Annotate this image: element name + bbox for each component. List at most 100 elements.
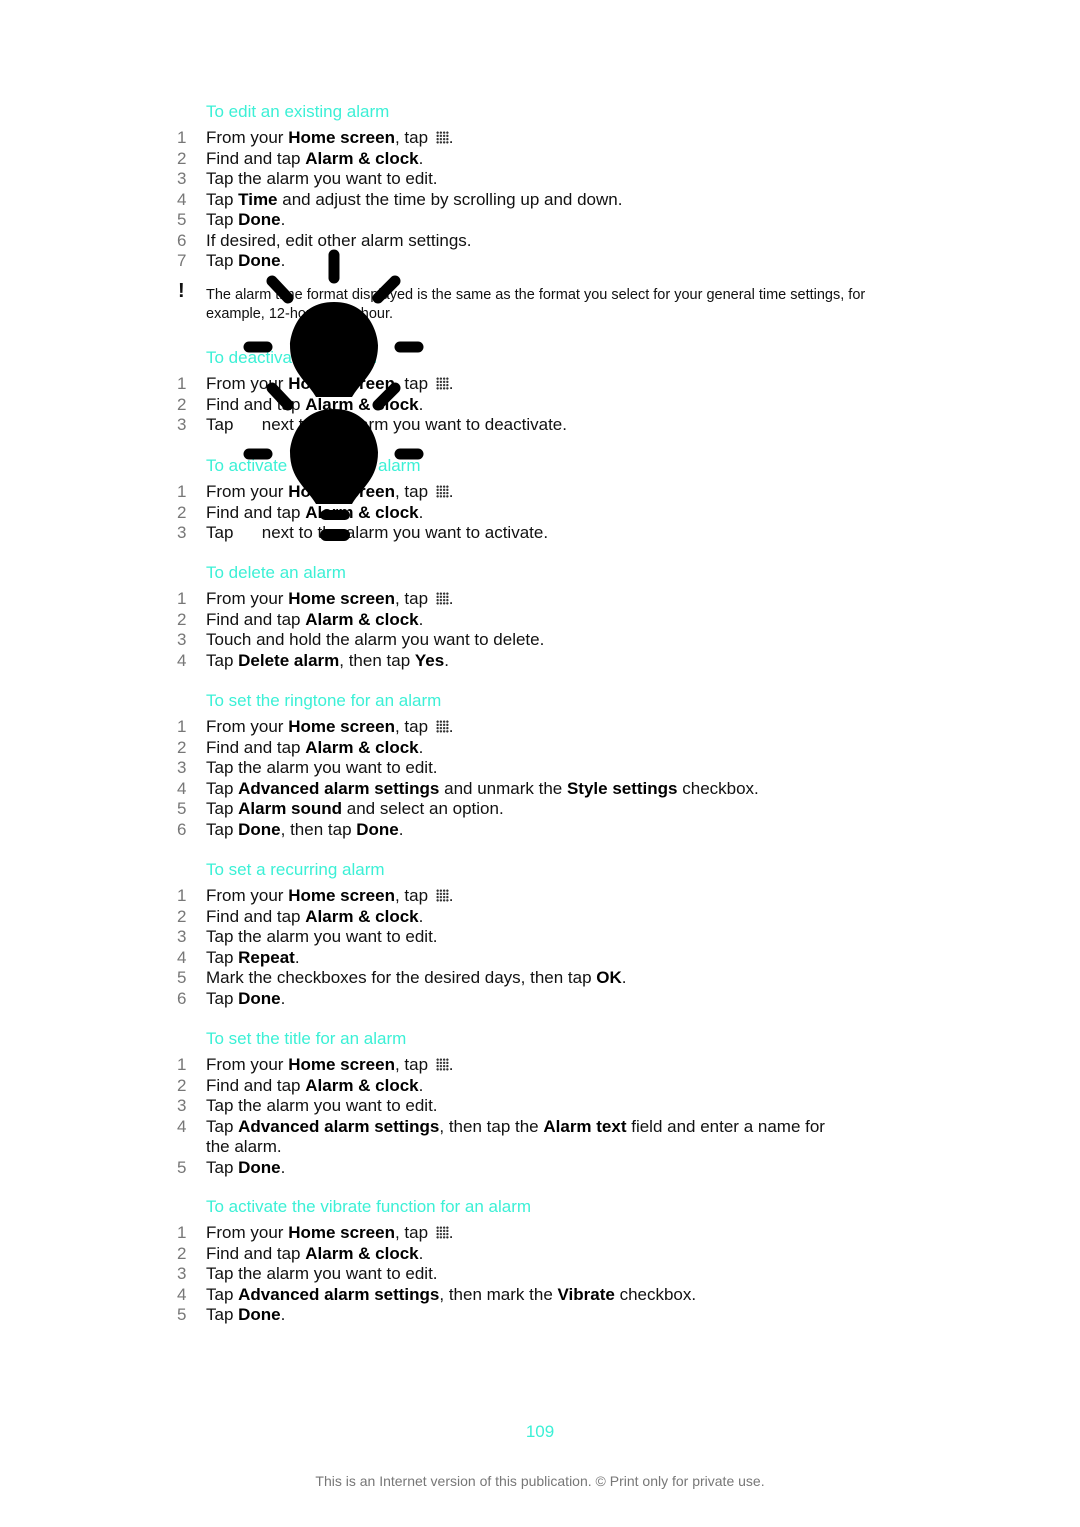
step-number: 2 xyxy=(177,148,187,168)
step-text: Find and tap Alarm & clock. xyxy=(206,906,424,926)
ui-term: Vibrate xyxy=(557,1284,615,1304)
apps-icon xyxy=(435,720,449,733)
step-number: 2 xyxy=(177,737,187,757)
step-text: Tap Time and adjust the time by scrollin… xyxy=(206,189,623,209)
apps-icon xyxy=(435,485,449,498)
step-number: 1 xyxy=(177,717,187,736)
step-text: Tap the alarm you want to edit. xyxy=(206,758,438,777)
step-text: Tap Advanced alarm settings, then tap th… xyxy=(206,1116,825,1157)
step-number: 6 xyxy=(177,988,187,1008)
step-number: 1 xyxy=(177,1055,187,1074)
ui-term: Alarm & clock xyxy=(305,906,419,926)
step-text: Find and tap Alarm & clock. xyxy=(206,737,424,757)
step-number: 5 xyxy=(177,210,187,229)
step-number: 3 xyxy=(177,415,187,434)
step-text: Tap Done. xyxy=(206,988,286,1008)
step-text: Find and tap Alarm & clock. xyxy=(206,609,424,629)
ui-term: Home screen xyxy=(288,717,395,736)
ui-term: Repeat xyxy=(238,947,295,967)
step-text: Tap next to the alarm you want to activa… xyxy=(206,523,549,542)
step-number: 3 xyxy=(177,523,187,542)
step-number: 1 xyxy=(177,589,187,608)
step-text: Tap Delete alarm, then tap Yes. xyxy=(206,650,449,670)
ui-term: Done xyxy=(238,1157,281,1177)
step-number: 7 xyxy=(177,251,187,270)
apps-icon xyxy=(435,131,449,144)
step-text: Find and tap Alarm & clock. xyxy=(206,1075,424,1095)
exclamation-icon: ! xyxy=(178,280,185,302)
ui-term: Advanced alarm settings xyxy=(238,1116,440,1136)
step-text: Tap Alarm sound and select an option. xyxy=(206,799,504,818)
step-text: Tap the alarm you want to edit. xyxy=(206,169,438,188)
ui-term: Home screen xyxy=(288,886,395,905)
step-number: 4 xyxy=(177,189,187,209)
step-text: Mark the checkboxes for the desired days… xyxy=(206,968,627,987)
step-number: 2 xyxy=(177,1075,187,1095)
ui-term: Alarm text xyxy=(543,1116,627,1136)
step-text: From your Home screen, tap . xyxy=(206,886,454,905)
step-number: 1 xyxy=(177,128,187,147)
apps-icon xyxy=(435,889,449,902)
section-heading: To edit an existing alarm xyxy=(206,102,390,121)
note-text: The alarm time format displayed is the s… xyxy=(206,287,866,322)
section-heading: To delete an alarm xyxy=(206,563,346,582)
ui-term: Delete alarm xyxy=(238,650,340,670)
step-number: 4 xyxy=(177,778,187,798)
section-heading: To set a recurring alarm xyxy=(206,860,385,879)
step-text: If desired, edit other alarm settings. xyxy=(206,230,472,250)
step-text: From your Home screen, tap . xyxy=(206,717,454,736)
ui-term: Alarm & clock xyxy=(305,394,419,414)
ui-term: Done xyxy=(238,819,281,839)
ui-term: Home screen xyxy=(288,128,395,147)
apps-icon xyxy=(435,1226,449,1239)
ui-term: Yes xyxy=(414,650,445,670)
step-text: Tap Done. xyxy=(206,1305,286,1324)
ui-term: Done xyxy=(238,988,281,1008)
step-text: Tap the alarm you want to edit. xyxy=(206,1264,438,1283)
step-number: 3 xyxy=(177,1096,187,1115)
ui-term: Done xyxy=(238,1305,281,1324)
step-text: Find and tap Alarm & clock. xyxy=(206,148,424,168)
step-text: Tap Repeat. xyxy=(206,947,300,967)
ui-term: Alarm & clock xyxy=(305,148,419,168)
step-number: 3 xyxy=(177,169,187,188)
step-text: Find and tap Alarm & clock. xyxy=(206,502,424,522)
step-text: From your Home screen, tap . xyxy=(206,482,454,501)
ui-term: Home screen xyxy=(288,1223,395,1242)
ui-term: Alarm & clock xyxy=(305,502,419,522)
footer-text: This is an Internet version of this publ… xyxy=(315,1473,765,1489)
step-text: From your Home screen, tap . xyxy=(206,589,454,608)
step-number: 3 xyxy=(177,1264,187,1283)
apps-icon xyxy=(435,592,449,605)
ui-term: OK xyxy=(596,968,622,987)
step-number: 4 xyxy=(177,650,187,670)
step-text: From your Home screen, tap . xyxy=(206,128,454,147)
step-number: 1 xyxy=(177,374,187,393)
step-text: From your Home screen, tap . xyxy=(206,1223,454,1242)
step-text: Tap the alarm you want to edit. xyxy=(206,1096,438,1115)
step-number: 2 xyxy=(177,1243,187,1263)
step-text: Tap the alarm you want to edit. xyxy=(206,927,438,946)
ui-term: Done xyxy=(238,210,281,229)
manual-page: To edit an existing alarm 1 From your Home… xyxy=(0,0,1080,1527)
step-number: 1 xyxy=(177,482,187,501)
section-heading: To set the title for an alarm xyxy=(206,1029,407,1048)
step-text: Find and tap Alarm & clock. xyxy=(206,394,424,414)
step-number: 1 xyxy=(177,1223,187,1242)
ui-term: Alarm & clock xyxy=(305,1075,419,1095)
step-number: 4 xyxy=(177,1284,187,1304)
step-number: 2 xyxy=(177,906,187,926)
page-number: 109 xyxy=(525,1422,555,1441)
ui-term: Time xyxy=(238,189,278,209)
step-text: Tap Advanced alarm settings and unmark t… xyxy=(206,778,759,798)
step-text: Touch and hold the alarm you want to del… xyxy=(206,630,545,649)
step-number: 3 xyxy=(177,758,187,777)
step-text: Tap next to the alarm you want to deacti… xyxy=(206,415,567,434)
section-heading: To activate an existing alarm xyxy=(206,456,421,475)
step-text: Tap Done. xyxy=(206,251,286,270)
ui-term: Home screen xyxy=(288,482,395,501)
ui-term: Advanced alarm settings xyxy=(238,778,440,798)
step-text: Tap Done. xyxy=(206,1157,286,1177)
ui-term: Advanced alarm settings xyxy=(238,1284,440,1304)
ui-term: Home screen xyxy=(288,1055,395,1074)
